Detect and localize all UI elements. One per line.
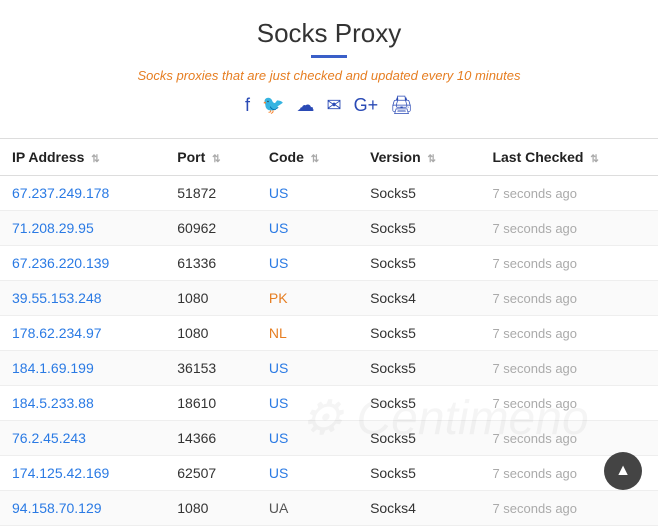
cell-code: US <box>257 176 358 211</box>
cell-port: 14366 <box>165 421 257 456</box>
cell-code: PK <box>257 281 358 316</box>
table-row: 76.2.45.243 14366USSocks57 seconds ago <box>0 421 658 456</box>
social-icons-bar: f 🐦 ☁ ✉ G+ 🖨 <box>10 95 648 116</box>
cell-ip: 94.158.70.129 <box>0 491 165 526</box>
cell-version: Socks5 <box>358 421 480 456</box>
col-code[interactable]: Code ⇅ <box>257 139 358 176</box>
cell-code: US <box>257 456 358 491</box>
ip-link[interactable]: 39.55.153.248 <box>12 290 102 306</box>
sort-icon-last-checked: ⇅ <box>590 154 598 165</box>
ip-link[interactable]: 94.158.70.129 <box>12 500 102 516</box>
page-title: Socks Proxy <box>10 18 648 49</box>
cell-code: US <box>257 386 358 421</box>
cell-version: Socks5 <box>358 176 480 211</box>
cell-port: 36153 <box>165 351 257 386</box>
cell-version: Socks5 <box>358 211 480 246</box>
table-row: 39.55.153.248 1080PKSocks47 seconds ago <box>0 281 658 316</box>
cell-version: Socks5 <box>358 246 480 281</box>
cell-last-checked: 7 seconds ago <box>480 246 658 281</box>
cell-code: US <box>257 246 358 281</box>
cell-version: Socks5 <box>358 456 480 491</box>
google-plus-icon[interactable]: G+ <box>354 95 379 116</box>
cell-version: Socks4 <box>358 281 480 316</box>
scroll-to-top-button[interactable]: ▲ <box>604 452 642 490</box>
subtitle-highlight: just checked and updated every 10 minute… <box>270 68 521 83</box>
cell-ip: 67.236.220.139 <box>0 246 165 281</box>
cell-ip: 178.62.234.97 <box>0 316 165 351</box>
cell-port: 60962 <box>165 211 257 246</box>
ip-link[interactable]: 184.1.69.199 <box>12 360 94 376</box>
title-underline <box>311 55 347 58</box>
cell-ip: 184.5.233.88 <box>0 386 165 421</box>
cell-last-checked: 7 seconds ago <box>480 351 658 386</box>
cell-ip: 39.55.153.248 <box>0 281 165 316</box>
cell-port: 61336 <box>165 246 257 281</box>
cell-last-checked: 7 seconds ago <box>480 386 658 421</box>
sort-icon-ip: ⇅ <box>91 154 99 165</box>
table-row: 71.208.29.95 60962USSocks57 seconds ago <box>0 211 658 246</box>
ip-link[interactable]: 184.5.233.88 <box>12 395 94 411</box>
ip-link[interactable]: 178.62.234.97 <box>12 325 102 341</box>
cell-port: 1080 <box>165 491 257 526</box>
print-icon[interactable]: 🖨 <box>390 95 413 116</box>
ip-link[interactable]: 67.237.249.178 <box>12 185 109 201</box>
col-version[interactable]: Version ⇅ <box>358 139 480 176</box>
proxy-table: IP Address ⇅ Port ⇅ Code ⇅ Version ⇅ Las… <box>0 138 658 526</box>
table-row: 174.125.42.16962507USSocks57 seconds ago <box>0 456 658 491</box>
table-body: 67.237.249.17851872USSocks57 seconds ago… <box>0 176 658 526</box>
sort-icon-version: ⇅ <box>428 154 436 165</box>
subtitle: Socks proxies that are just checked and … <box>10 68 648 83</box>
cell-code: NL <box>257 316 358 351</box>
cell-code: UA <box>257 491 358 526</box>
facebook-icon[interactable]: f <box>245 95 250 116</box>
col-last-checked[interactable]: Last Checked ⇅ <box>480 139 658 176</box>
table-row: 67.237.249.178 51872USSocks57 seconds ago <box>0 176 658 211</box>
skype-icon[interactable]: ☁ <box>296 95 314 116</box>
ip-link[interactable]: 71.208.29.95 <box>12 220 94 236</box>
cell-port: 1080 <box>165 316 257 351</box>
cell-last-checked: 7 seconds ago <box>480 176 658 211</box>
table-row: 67.236.220.139 61336USSocks57 seconds ago <box>0 246 658 281</box>
table-header-row: IP Address ⇅ Port ⇅ Code ⇅ Version ⇅ Las… <box>0 139 658 176</box>
subtitle-prefix: Socks proxies that are <box>137 68 269 83</box>
ip-link[interactable]: 76.2.45.243 <box>12 430 86 446</box>
cell-last-checked: 7 seconds ago <box>480 211 658 246</box>
cell-ip: 67.237.249.178 <box>0 176 165 211</box>
cell-last-checked: 7 seconds ago <box>480 281 658 316</box>
cell-port: 51872 <box>165 176 257 211</box>
cell-ip: 76.2.45.243 <box>0 421 165 456</box>
table-row: 94.158.70.129 1080UASocks47 seconds ago <box>0 491 658 526</box>
cell-ip: 71.208.29.95 <box>0 211 165 246</box>
table-row: 184.1.69.199 36153USSocks57 seconds ago <box>0 351 658 386</box>
cell-port: 18610 <box>165 386 257 421</box>
table-row: 184.5.233.88 18610USSocks57 seconds ago <box>0 386 658 421</box>
col-ip[interactable]: IP Address ⇅ <box>0 139 165 176</box>
cell-code: US <box>257 351 358 386</box>
cell-port: 1080 <box>165 281 257 316</box>
cell-version: Socks5 <box>358 386 480 421</box>
cell-ip: 184.1.69.199 <box>0 351 165 386</box>
ip-link[interactable]: 174.125.42.169 <box>12 465 109 481</box>
twitter-icon[interactable]: 🐦 <box>262 95 284 116</box>
cell-code: US <box>257 211 358 246</box>
cell-port: 62507 <box>165 456 257 491</box>
table-header: IP Address ⇅ Port ⇅ Code ⇅ Version ⇅ Las… <box>0 139 658 176</box>
cell-version: Socks5 <box>358 316 480 351</box>
table-row: 178.62.234.97 1080NLSocks57 seconds ago <box>0 316 658 351</box>
cell-version: Socks5 <box>358 351 480 386</box>
page-header: Socks Proxy Socks proxies that are just … <box>0 0 658 138</box>
cell-version: Socks4 <box>358 491 480 526</box>
email-icon[interactable]: ✉ <box>326 95 341 116</box>
col-port[interactable]: Port ⇅ <box>165 139 257 176</box>
sort-icon-code: ⇅ <box>311 154 319 165</box>
cell-last-checked: 7 seconds ago <box>480 421 658 456</box>
cell-last-checked: 7 seconds ago <box>480 316 658 351</box>
cell-ip: 174.125.42.169 <box>0 456 165 491</box>
cell-code: US <box>257 421 358 456</box>
ip-link[interactable]: 67.236.220.139 <box>12 255 109 271</box>
cell-last-checked: 7 seconds ago <box>480 491 658 526</box>
sort-icon-port: ⇅ <box>212 154 220 165</box>
